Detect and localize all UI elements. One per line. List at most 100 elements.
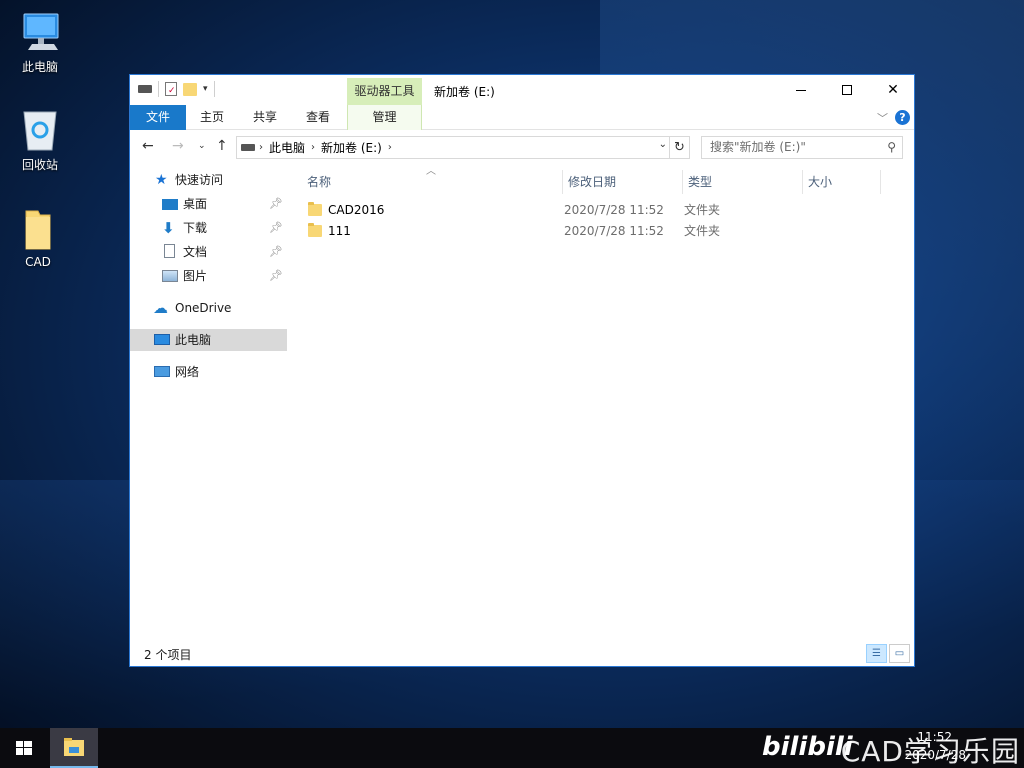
column-header-size[interactable]: 大小	[808, 170, 832, 194]
taskbar: bilibili 11:52 2020/7/28 CAD学习乐园	[0, 728, 1024, 768]
minimize-icon	[796, 89, 806, 91]
tab-manage[interactable]: 管理	[347, 105, 422, 130]
search-placeholder: 搜索"新加卷 (E:)"	[710, 140, 806, 154]
breadcrumb-separator-icon: ›	[311, 142, 316, 153]
recycle-bin-icon	[18, 108, 62, 152]
file-row[interactable]: 111 2020/7/28 11:52 文件夹	[308, 221, 898, 242]
up-button[interactable]: ↑	[216, 138, 228, 154]
minimize-button[interactable]	[778, 75, 824, 105]
pin-icon[interactable]: 📌︎	[269, 265, 283, 287]
start-button[interactable]	[0, 728, 48, 768]
help-icon[interactable]: ?	[895, 110, 910, 125]
folder-icon	[16, 207, 60, 251]
sort-ascending-icon: ︿	[426, 166, 436, 177]
breadcrumb-this-pc[interactable]: 此电脑	[269, 139, 305, 156]
properties-icon[interactable]: ✓	[165, 82, 177, 96]
close-button[interactable]: ✕	[870, 75, 916, 105]
bilibili-watermark: bilibili	[762, 732, 853, 762]
large-icons-view-button[interactable]: ▭	[889, 644, 910, 663]
desktop-icon-label: 此电脑	[21, 60, 58, 74]
column-header-date-modified[interactable]: 修改日期	[568, 170, 616, 194]
breadcrumb-drive-e[interactable]: 新加卷 (E:)	[321, 139, 382, 156]
folder-icon	[308, 202, 322, 216]
file-name: 111	[328, 224, 351, 238]
close-icon: ✕	[887, 82, 899, 98]
taskbar-file-explorer[interactable]	[50, 728, 98, 768]
desktop-icon-recycle-bin[interactable]: 回收站	[2, 108, 78, 173]
toolbar-separator	[158, 81, 159, 97]
drive-icon	[138, 85, 152, 93]
download-icon: ⬇	[162, 219, 175, 237]
navigation-pane: ★ 快速访问 桌面 📌︎ ⬇ 下载 📌︎ 文档 📌︎ 图片 📌︎ ☁ OneDr…	[130, 164, 292, 640]
navigation-bar: ← → ⌄ ↑ › 此电脑 › 新加卷 (E:) › ⌄ ↻ 搜索"新加卷 (E…	[130, 130, 914, 164]
desktop-icon-label: 回收站	[21, 158, 58, 172]
address-bar[interactable]: › 此电脑 › 新加卷 (E:) › ⌄	[236, 136, 670, 159]
file-date-modified: 2020/7/28 11:52	[564, 224, 664, 238]
details-view-button[interactable]: ☰	[866, 644, 887, 663]
sidebar-item-label: 图片	[183, 269, 208, 283]
sidebar-item-downloads[interactable]: ⬇ 下载 📌︎	[130, 217, 287, 239]
search-icon: ⚲	[887, 140, 896, 154]
address-dropdown-icon[interactable]: ⌄	[659, 139, 667, 150]
tab-file[interactable]: 文件	[130, 105, 186, 130]
item-count: 2 个项目	[144, 648, 192, 662]
customize-toolbar-icon[interactable]: ▾	[203, 84, 208, 94]
pin-icon[interactable]: 📌︎	[269, 217, 283, 239]
drive-icon	[241, 144, 255, 151]
cloud-icon: ☁	[153, 299, 168, 317]
sidebar-item-pictures[interactable]: 图片 📌︎	[130, 265, 287, 287]
toolbar-separator	[213, 81, 215, 97]
file-date-modified: 2020/7/28 11:52	[564, 203, 664, 217]
folder-icon	[308, 223, 322, 237]
file-list: ︿ 名称 修改日期 类型 大小 CAD2016 2020/7/28 11:52 …	[292, 164, 914, 640]
search-input[interactable]: 搜索"新加卷 (E:)" ⚲	[701, 136, 903, 159]
column-divider[interactable]	[682, 170, 683, 194]
sidebar-item-label: 下载	[183, 221, 208, 235]
quick-access-toolbar: ✓ ▾	[138, 81, 215, 97]
column-divider[interactable]	[880, 170, 881, 194]
tab-share[interactable]: 共享	[245, 105, 285, 130]
sidebar-item-this-pc[interactable]: 此电脑	[130, 329, 287, 351]
back-button[interactable]: ←	[142, 138, 154, 154]
sidebar-item-label: OneDrive	[175, 301, 232, 315]
sidebar-item-network[interactable]: 网络	[130, 361, 287, 383]
refresh-button[interactable]: ↻	[670, 136, 690, 159]
new-folder-icon[interactable]	[183, 82, 197, 96]
tab-home[interactable]: 主页	[192, 105, 232, 130]
tab-view[interactable]: 查看	[298, 105, 338, 130]
title-bar[interactable]: ✓ ▾ 驱动器工具 新加卷 (E:) ✕	[130, 75, 914, 105]
sidebar-item-documents[interactable]: 文档 📌︎	[130, 241, 287, 263]
system-tray: bilibili 11:52 2020/7/28 CAD学习乐园	[734, 728, 1024, 768]
sidebar-item-label: 快速访问	[175, 173, 224, 187]
expand-ribbon-icon[interactable]: ﹀	[877, 110, 888, 126]
recent-locations-button[interactable]: ⌄	[198, 141, 206, 151]
contextual-tab-group-label: 驱动器工具	[347, 78, 422, 105]
sidebar-item-label: 桌面	[183, 197, 208, 211]
computer-icon	[18, 10, 62, 54]
pin-icon[interactable]: 📌︎	[269, 241, 283, 263]
column-header-type[interactable]: 类型	[688, 170, 712, 194]
desktop-icon-this-pc[interactable]: 此电脑	[2, 10, 78, 75]
file-row[interactable]: CAD2016 2020/7/28 11:52 文件夹	[308, 200, 898, 221]
status-bar: 2 个项目 ☰ ▭	[130, 640, 914, 666]
sidebar-item-desktop[interactable]: 桌面 📌︎	[130, 193, 287, 215]
channel-watermark: CAD学习乐园	[840, 735, 1020, 768]
file-explorer-icon	[64, 738, 84, 756]
sidebar-item-label: 文档	[183, 245, 208, 259]
sidebar-item-label: 此电脑	[175, 333, 212, 347]
breadcrumb-separator-icon: ›	[259, 142, 263, 153]
column-divider[interactable]	[562, 170, 563, 194]
sidebar-item-quick-access[interactable]: ★ 快速访问	[130, 169, 287, 191]
pin-icon[interactable]: 📌︎	[269, 193, 283, 215]
sidebar-item-onedrive[interactable]: ☁ OneDrive	[130, 297, 287, 319]
forward-button[interactable]: →	[172, 138, 184, 154]
maximize-button[interactable]	[824, 75, 870, 105]
star-icon: ★	[155, 172, 168, 188]
ribbon-tabs: 文件 主页 共享 查看 管理 ﹀ ?	[130, 105, 914, 130]
column-header-name[interactable]: 名称	[307, 170, 331, 194]
network-icon	[154, 366, 170, 377]
column-divider[interactable]	[802, 170, 803, 194]
desktop-icon	[162, 199, 178, 210]
windows-logo-icon	[16, 741, 32, 755]
desktop-icon-cad-folder[interactable]: CAD	[0, 207, 76, 269]
